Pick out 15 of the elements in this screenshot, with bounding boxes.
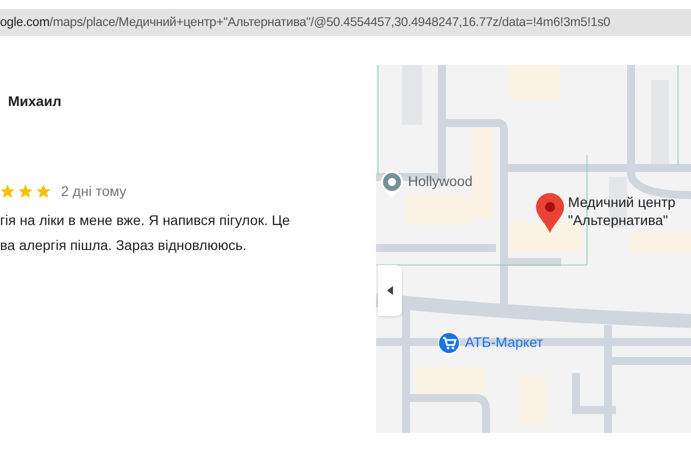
- reviewer-name: Михаил: [8, 92, 62, 111]
- review-text: гія на ліки в мене вже. Я напився пігулок. Це ва алергія пішла. Зараз відновлююсь.: [0, 211, 290, 255]
- shopping-cart-icon[interactable]: [438, 332, 460, 359]
- place-label[interactable]: Hollywood: [408, 171, 473, 192]
- caret-left-icon: [387, 286, 393, 295]
- location-pin-icon[interactable]: [536, 193, 564, 233]
- collapse-panel-button[interactable]: [378, 265, 402, 316]
- address-bar[interactable]: ogle.com/maps/place/Медичний+центр+"Альтернатива"/@50.4554457,30.4948247,16.77z/data=!4m6!3m5!1s0: [0, 9, 691, 36]
- review-time: 2 дні тому: [61, 182, 126, 201]
- place-label[interactable]: Медичний центр "Альтернатива": [568, 193, 676, 229]
- star-icon: [35, 183, 52, 200]
- map-pin-icon[interactable]: [381, 171, 403, 198]
- star-icon: [17, 183, 34, 200]
- url-text: ogle.com/maps/place/Медичний+центр+"Альтернатива"/@50.4554457,30.4948247,16.77z/data=!4m6!3m5!1s0: [0, 14, 610, 32]
- star-icon: [0, 183, 16, 200]
